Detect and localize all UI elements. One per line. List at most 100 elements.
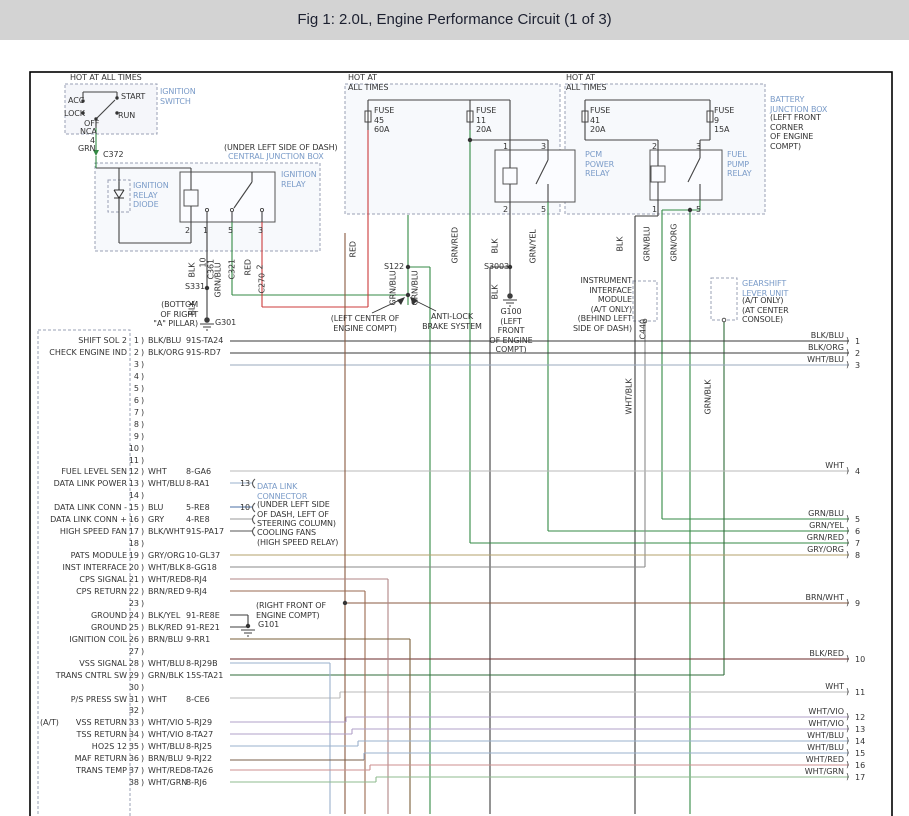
hot-at-all-times-right: HOT AT ALL TIMES xyxy=(566,73,606,92)
fuel-pump-relay-pin-3: 3 xyxy=(696,142,701,152)
central-junction-box-label: CENTRAL JUNCTION BOX xyxy=(228,152,324,162)
pcm-wire-color: GRY/ORG xyxy=(148,551,185,561)
pcm-circuit-number: 8-RA1 xyxy=(186,479,210,489)
connector-wire-color: GRN/YEL xyxy=(770,521,844,531)
pcm-pin-label: VSS SIGNAL xyxy=(40,659,127,669)
pcm-pin-bracket: ) xyxy=(141,730,144,740)
data-link-connector-label: DATA LINK CONNECTOR xyxy=(257,482,307,501)
pcm-relay-pin-5: 5 xyxy=(541,205,546,215)
ground-g101: G101 xyxy=(258,620,279,630)
pcm-pin-bracket: ) xyxy=(141,527,144,537)
pcm-pin-label: TRANS CNTRL SW xyxy=(40,671,127,681)
connector-wire-color: WHT/BLU xyxy=(770,355,844,365)
pcm-pin-bracket: ) xyxy=(141,778,144,788)
connector-pin-bracket: ) xyxy=(846,538,849,548)
pcm-pin-bracket: ) xyxy=(141,539,144,549)
pcm-circuit-number: 10-GL37 xyxy=(186,551,220,561)
pcm-pin-number: 2 xyxy=(128,348,139,358)
instrument-interface-module-label: INSTRUMENT INTERFACE MODULE (A/T ONLY) (… xyxy=(558,276,632,333)
wire-color-wht-blk: WHT/BLK xyxy=(625,379,635,415)
pcm-wire-color: WHT xyxy=(148,467,167,477)
ignition-relay-pin-5: 5 xyxy=(228,226,233,236)
switch-pos-start: START xyxy=(121,92,145,102)
pcm-pin-bracket: ) xyxy=(141,611,144,621)
connector-pin-number: 14 xyxy=(855,737,865,747)
pcm-pin-number: 24 xyxy=(128,611,139,621)
pcm-pin-number: 4 xyxy=(128,372,139,382)
connector-pin-number: 11 xyxy=(855,688,865,698)
ignition-switch-label: IGNITION SWITCH xyxy=(160,87,196,106)
pcm-wire-color: WHT/VIO xyxy=(148,730,184,740)
connector-pin-bracket: ) xyxy=(846,712,849,722)
pcm-relay-pin-1: 1 xyxy=(503,142,508,152)
pcm-wire-color: WHT/BLU xyxy=(148,479,185,489)
pcm-pin-number: 3 xyxy=(128,360,139,370)
wire-color-grn-yel: GRN/YEL xyxy=(529,229,539,263)
fuse-41-20a: FUSE 41 20A xyxy=(590,106,610,135)
fuel-pump-relay-label: FUEL PUMP RELAY xyxy=(727,150,752,179)
pcm-circuit-number: 8-CE6 xyxy=(186,695,210,705)
connector-wire-color: WHT/GRN xyxy=(770,767,844,777)
pcm-pin-bracket: ) xyxy=(141,587,144,597)
pcm-circuit-number: 9-RJ22 xyxy=(186,754,212,764)
pcm-pin-bracket: ) xyxy=(141,348,144,358)
wire-color-red-fuse45: RED xyxy=(349,241,359,257)
fuse-45-60a: FUSE 45 60A xyxy=(374,106,394,135)
connector-pin-bracket: ) xyxy=(846,654,849,664)
pcm-pin-label: TSS RETURN xyxy=(40,730,127,740)
battery-junction-box-location: (LEFT FRONT CORNER OF ENGINE COMPT) xyxy=(770,113,821,151)
anti-lock-brake-system: ANTI-LOCK BRAKE SYSTEM xyxy=(420,312,484,331)
connector-pin-bracket: ) xyxy=(846,736,849,746)
pcm-pin-bracket: ) xyxy=(141,635,144,645)
pcm-pin-number: 23 xyxy=(128,599,139,609)
pcm-pin-number: 36 xyxy=(128,754,139,764)
pcm-pin-label: DATA LINK CONN - xyxy=(40,503,127,513)
connector-pin-number: 9 xyxy=(855,599,860,609)
connector-wire-color: WHT/BLU xyxy=(770,743,844,753)
pcm-pin-number: 31 xyxy=(128,695,139,705)
pcm-circuit-number: 8-TA27 xyxy=(186,730,213,740)
connector-pin-number: 3 xyxy=(855,361,860,371)
ground-g301: G301 xyxy=(215,318,236,328)
pcm-pin-bracket: ) xyxy=(141,671,144,681)
pcm-wire-color: GRN/BLK xyxy=(148,671,184,681)
connector-pin-bracket: ) xyxy=(846,526,849,536)
pcm-circuit-number: 9-RJ4 xyxy=(186,587,207,597)
pcm-pin-label: P/S PRESS SW xyxy=(40,695,127,705)
pcm-pin-number: 29 xyxy=(128,671,139,681)
ignition-relay-diode-label: IGNITION RELAY DIODE xyxy=(133,181,169,210)
connector-pin-number: 4 xyxy=(855,467,860,477)
connector-pin-bracket: ) xyxy=(846,724,849,734)
pcm-pin-bracket: ) xyxy=(141,742,144,752)
data-link-connector-location: (UNDER LEFT SIDE OF DASH, LEFT OF STEERI… xyxy=(257,500,336,529)
pcm-pin-bracket: ) xyxy=(141,718,144,728)
pcm-circuit-number: 5-RJ29 xyxy=(186,718,212,728)
pcm-circuit-number: 4-RE8 xyxy=(186,515,210,525)
pcm-pin-bracket: ) xyxy=(141,479,144,489)
pcm-wire-color: WHT/VIO xyxy=(148,718,184,728)
wire-color-grn: GRN xyxy=(78,144,95,154)
pcm-pin-bracket: ) xyxy=(141,384,144,394)
pcm-pin-number: 6 xyxy=(128,396,139,406)
pcm-pin-label: GROUND xyxy=(40,611,127,621)
switch-pos-acc: ACC xyxy=(68,96,84,106)
fuse-11-20a: FUSE 11 20A xyxy=(476,106,496,135)
pcm-circuit-number: 5-RE8 xyxy=(186,503,210,513)
pcm-wire-color: BRN/RED xyxy=(148,587,185,597)
pcm-circuit-number: 8-RJ29B xyxy=(186,659,218,669)
pcm-pin-bracket: ) xyxy=(141,360,144,370)
pcm-pin-number: 25 xyxy=(128,623,139,633)
wire-color-blk: BLK xyxy=(188,263,198,278)
pcm-pin-number: 17 xyxy=(128,527,139,537)
pcm-wire-color: BLK/YEL xyxy=(148,611,180,621)
pcm-wire-color: WHT/RED xyxy=(148,766,186,776)
pcm-pin-number: 11 xyxy=(128,456,139,466)
pcm-pin-bracket: ) xyxy=(141,372,144,382)
wire-color-grn-blu: GRN/BLU xyxy=(214,262,224,297)
pcm-pin-number: 12 xyxy=(128,467,139,477)
connector-pin-bracket: ) xyxy=(846,760,849,770)
pcm-relay-pin-2: 2 xyxy=(503,205,508,215)
battery-junction-box-label: BATTERY JUNCTION BOX xyxy=(770,95,827,114)
pcm-relay-pin-3: 3 xyxy=(541,142,546,152)
pcm-pin-number: 20 xyxy=(128,563,139,573)
